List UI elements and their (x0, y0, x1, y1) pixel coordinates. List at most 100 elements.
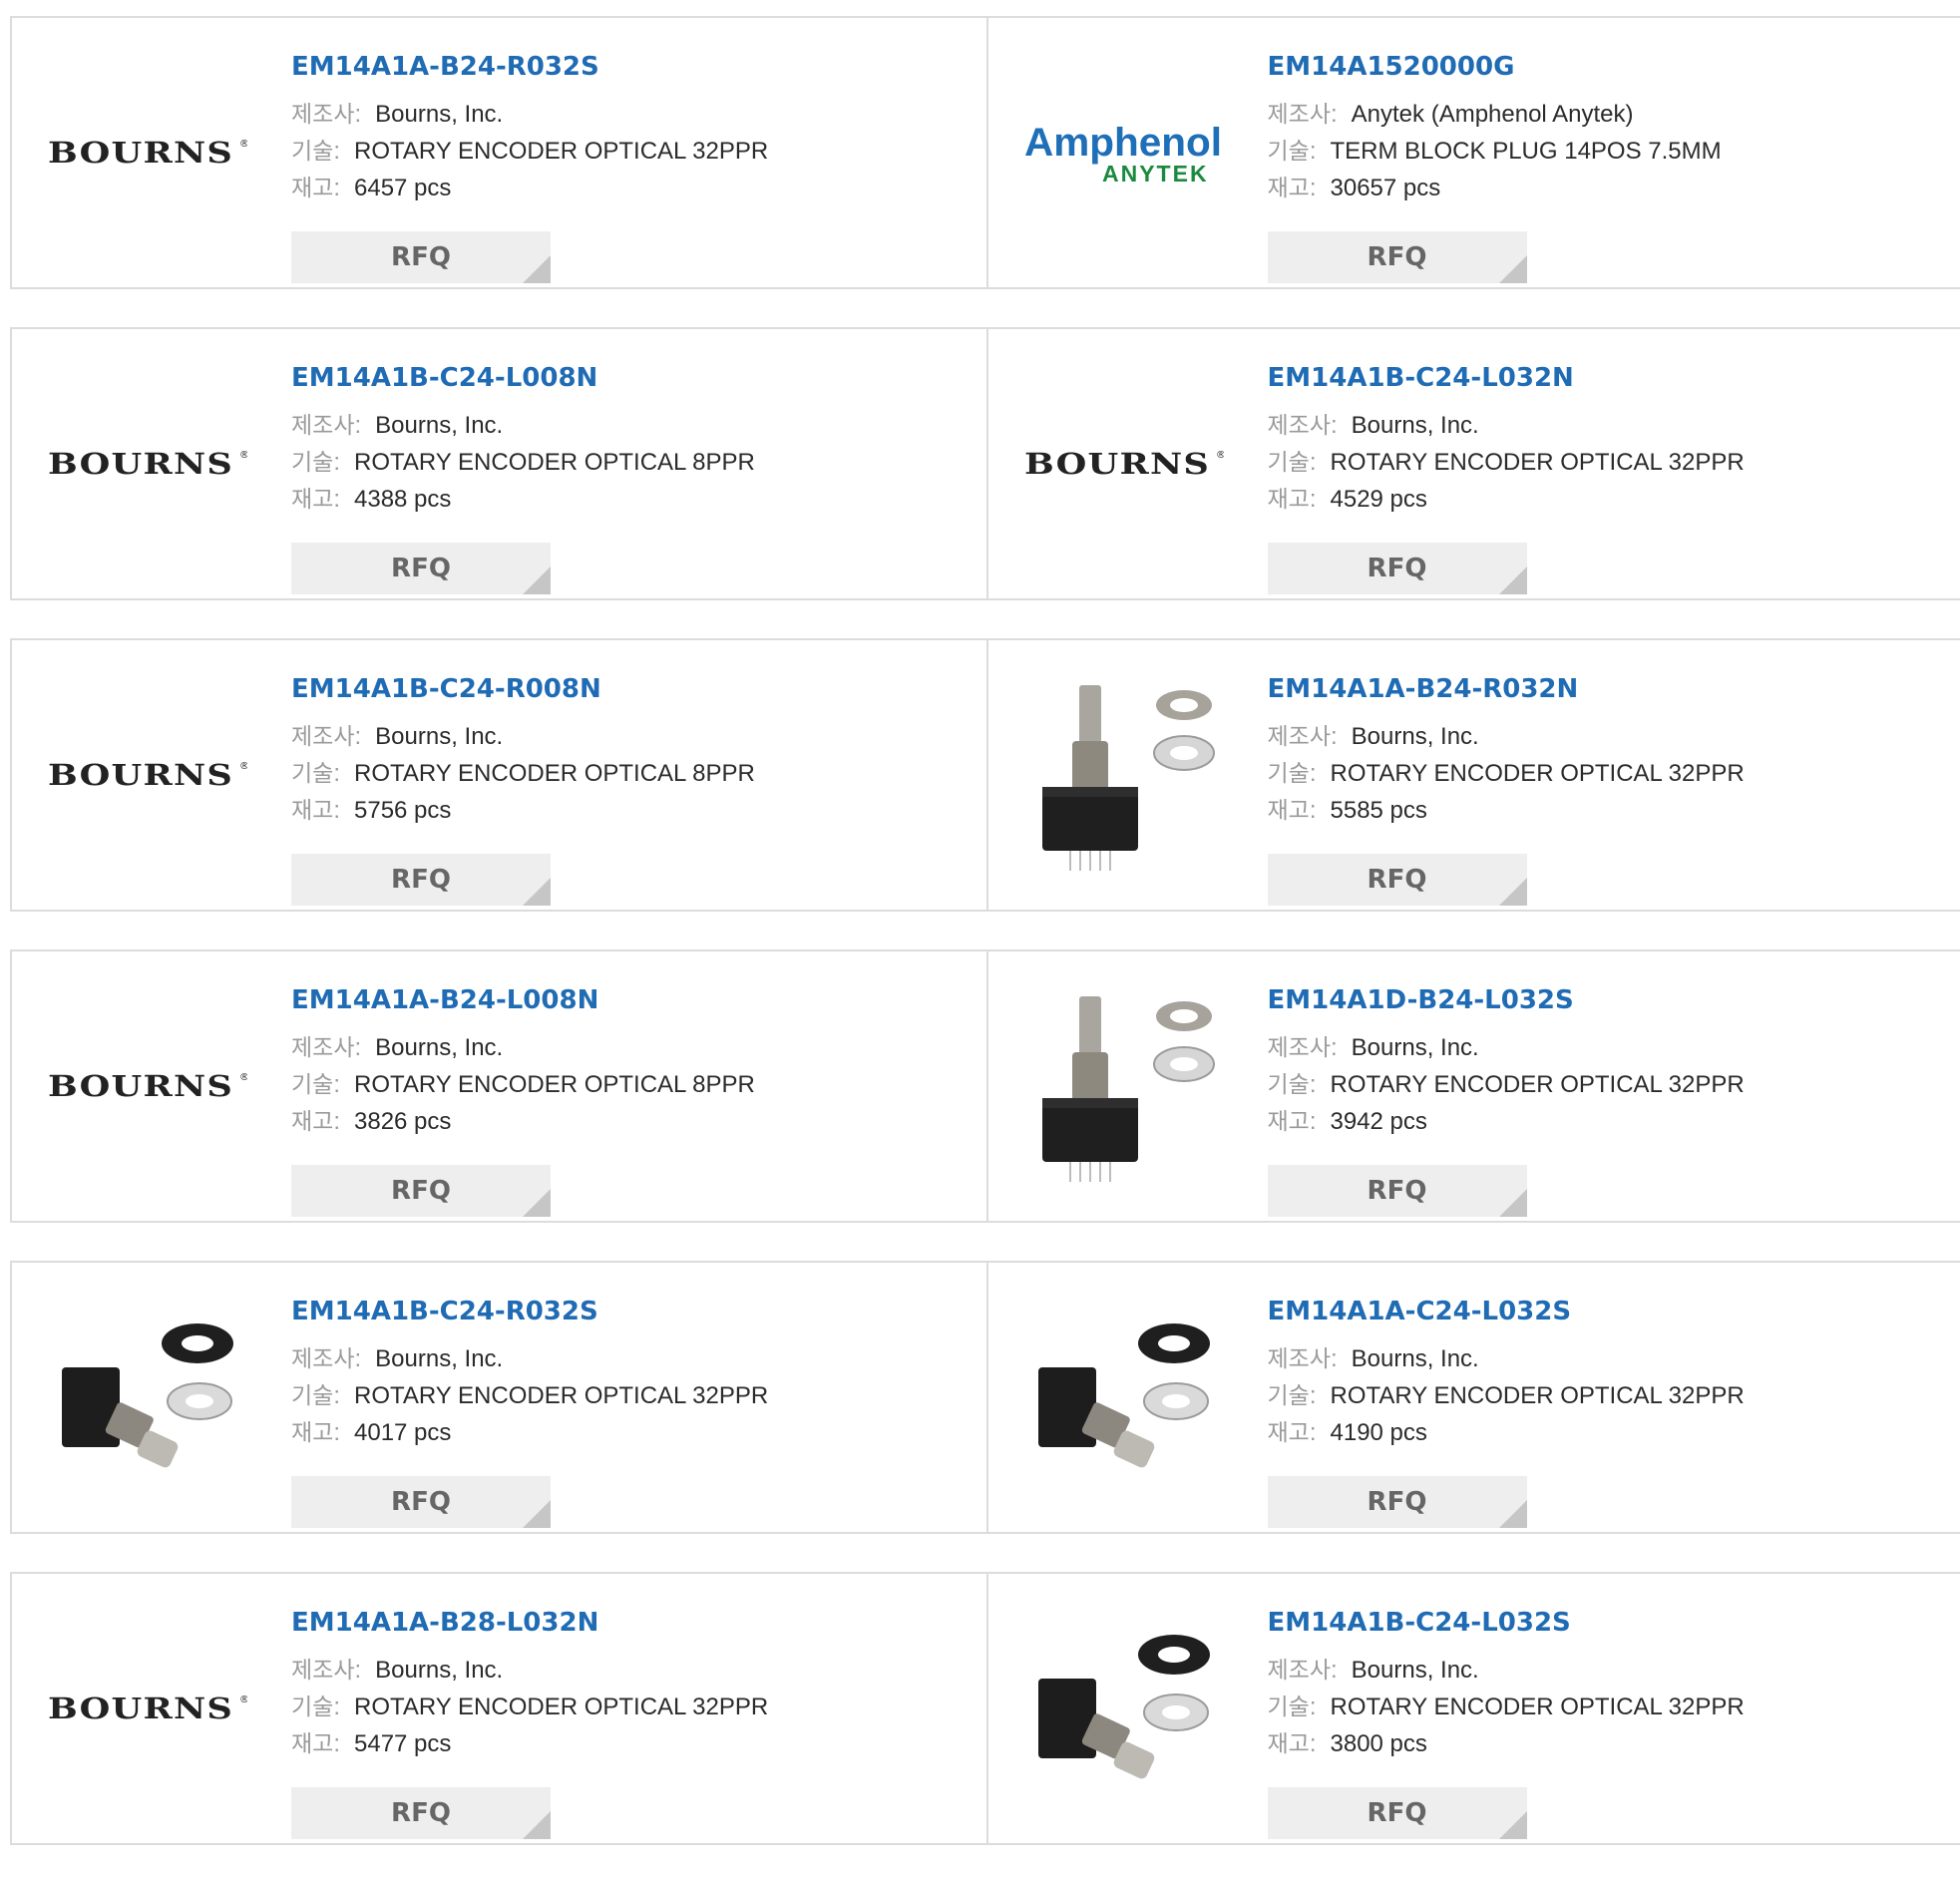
part-number-link[interactable]: EM14A1A-B24-R032S (291, 50, 768, 86)
description-row: 기술:ROTARY ENCODER OPTICAL 32PPR (291, 1689, 768, 1725)
stock-row: 재고:4017 pcs (291, 1414, 768, 1451)
stock-row-value: 3826 pcs (354, 1108, 451, 1135)
stock-row-label: 재고 (291, 487, 333, 513)
stock-row-label: 재고 (1268, 1420, 1310, 1446)
product-thumbnail[interactable]: BOURNS ® (1024, 369, 1224, 559)
part-number-link[interactable]: EM14A1B-C24-R032S (291, 1295, 768, 1330)
description-row-value: ROTARY ENCODER OPTICAL 8PPR (354, 1071, 755, 1098)
description-row-label: 기술 (1268, 1072, 1310, 1098)
manufacturer-row-label: 제조사 (291, 724, 354, 750)
part-number-link[interactable]: EM14A1520000G (1268, 50, 1722, 86)
svg-text:Amphenol: Amphenol (1024, 121, 1222, 165)
manufacturer-row-value: Bourns, Inc. (1352, 412, 1479, 439)
rfq-button[interactable]: RFQ (291, 854, 551, 906)
stock-row-value: 30657 pcs (1331, 175, 1441, 201)
rfq-button[interactable]: RFQ (1268, 543, 1527, 594)
part-number-link[interactable]: EM14A1B-C24-R008N (291, 672, 755, 708)
product-thumbnail[interactable]: BOURNS ® (48, 1614, 247, 1803)
svg-text:BOURNS: BOURNS (48, 758, 233, 792)
part-number-link[interactable]: EM14A1D-B24-L032S (1268, 983, 1745, 1019)
product-thumbnail[interactable]: BOURNS ® (48, 58, 247, 247)
rfq-button[interactable]: RFQ (1268, 1165, 1527, 1217)
product-thumbnail[interactable]: BOURNS ® (48, 680, 247, 870)
stock-row-value: 5756 pcs (354, 797, 451, 824)
encoder-product-image (48, 1298, 247, 1497)
description-row-value: ROTARY ENCODER OPTICAL 32PPR (354, 138, 768, 165)
product-thumbnail[interactable] (48, 1303, 247, 1492)
product-thumbnail[interactable]: BOURNS ® (48, 369, 247, 559)
stock-row-value: 4190 pcs (1331, 1419, 1427, 1446)
part-number-link[interactable]: EM14A1A-B28-L032N (291, 1606, 768, 1642)
rfq-button[interactable]: RFQ (1268, 854, 1527, 906)
product-thumbnail[interactable] (1024, 1303, 1224, 1492)
stock-row-value: 5477 pcs (354, 1730, 451, 1757)
description-row: 기술:ROTARY ENCODER OPTICAL 32PPR (1268, 1066, 1745, 1103)
stock-row: 재고:3826 pcs (291, 1103, 755, 1140)
product-info: EM14A1B-C24-L032S제조사:Bourns, Inc.기술:ROTA… (1268, 1606, 1745, 1762)
description-row-label: 기술 (291, 1383, 333, 1409)
svg-text:®: ® (239, 1072, 247, 1083)
manufacturer-row-label: 제조사 (1268, 1035, 1331, 1061)
manufacturer-row-value: Bourns, Inc. (375, 412, 503, 439)
product-card: EM14A1A-C24-L032S제조사:Bourns, Inc.기술:ROTA… (986, 1263, 1960, 1532)
stock-row-label: 재고 (1268, 1109, 1310, 1135)
product-card: BOURNS ® EM14A1B-C24-R008N제조사:Bourns, In… (12, 640, 986, 910)
part-number-link[interactable]: EM14A1A-B24-L008N (291, 983, 755, 1019)
description-row: 기술:ROTARY ENCODER OPTICAL 8PPR (291, 755, 755, 792)
stock-row-value: 4388 pcs (354, 486, 451, 513)
rfq-button[interactable]: RFQ (1268, 1476, 1527, 1528)
description-row-value: ROTARY ENCODER OPTICAL 32PPR (354, 1694, 768, 1720)
product-row: BOURNS ® EM14A1A-B28-L032N제조사:Bourns, In… (10, 1572, 1960, 1845)
description-row-label: 기술 (291, 1072, 333, 1098)
product-info: EM14A1B-C24-L032N제조사:Bourns, Inc.기술:ROTA… (1268, 361, 1745, 518)
description-row: 기술:TERM BLOCK PLUG 14POS 7.5MM (1268, 133, 1722, 170)
product-info: EM14A1B-C24-R008N제조사:Bourns, Inc.기술:ROTA… (291, 672, 755, 829)
product-thumbnail[interactable] (1024, 1614, 1224, 1803)
manufacturer-row: 제조사:Anytek (Amphenol Anytek) (1268, 96, 1722, 133)
rfq-button[interactable]: RFQ (291, 543, 551, 594)
product-info: EM14A1B-C24-L008N제조사:Bourns, Inc.기술:ROTA… (291, 361, 755, 518)
product-card: BOURNS ® EM14A1A-B28-L032N제조사:Bourns, In… (12, 1574, 986, 1843)
part-number-link[interactable]: EM14A1A-B24-R032N (1268, 672, 1745, 708)
product-thumbnail[interactable]: BOURNS ® (48, 991, 247, 1181)
stock-row: 재고:5756 pcs (291, 792, 755, 829)
description-row-label: 기술 (291, 761, 333, 787)
rfq-button[interactable]: RFQ (1268, 231, 1527, 283)
product-info: EM14A1D-B24-L032S제조사:Bourns, Inc.기술:ROTA… (1268, 983, 1745, 1140)
rfq-button[interactable]: RFQ (291, 1787, 551, 1839)
manufacturer-row-label: 제조사 (291, 1035, 354, 1061)
rfq-button[interactable]: RFQ (1268, 1787, 1527, 1839)
rfq-button[interactable]: RFQ (291, 1165, 551, 1217)
description-row-label: 기술 (291, 450, 333, 476)
product-row: EM14A1B-C24-R032S제조사:Bourns, Inc.기술:ROTA… (10, 1261, 1960, 1534)
product-info: EM14A1A-B24-L008N제조사:Bourns, Inc.기술:ROTA… (291, 983, 755, 1140)
stock-row-value: 6457 pcs (354, 175, 451, 201)
part-number-link[interactable]: EM14A1B-C24-L008N (291, 361, 755, 397)
rfq-button[interactable]: RFQ (291, 1476, 551, 1528)
product-thumbnail[interactable] (1024, 991, 1224, 1181)
amphenol-anytek-logo: Amphenol ANYTEK (1024, 118, 1224, 188)
product-card: BOURNS ® EM14A1B-C24-L008N제조사:Bourns, In… (12, 329, 986, 598)
svg-text:BOURNS: BOURNS (1024, 447, 1210, 481)
product-row: BOURNS ® EM14A1B-C24-R008N제조사:Bourns, In… (10, 638, 1960, 912)
description-row-label: 기술 (1268, 139, 1310, 165)
product-card: BOURNS ® EM14A1B-C24-L032N 제조사:Bourns, In… (986, 329, 1960, 598)
rfq-button[interactable]: RFQ (291, 231, 551, 283)
manufacturer-row-value: Bourns, Inc. (1352, 1345, 1479, 1372)
manufacturer-row-label: 제조사 (1268, 724, 1331, 750)
product-thumbnail[interactable]: Amphenol ANYTEK (1024, 58, 1224, 247)
stock-row-label: 재고 (1268, 487, 1310, 513)
part-number-link[interactable]: EM14A1A-C24-L032S (1268, 1295, 1745, 1330)
manufacturer-row-label: 제조사 (1268, 102, 1331, 128)
description-row-value: ROTARY ENCODER OPTICAL 32PPR (1331, 1694, 1745, 1720)
stock-row-value: 5585 pcs (1331, 797, 1427, 824)
part-number-link[interactable]: EM14A1B-C24-L032N (1268, 361, 1745, 397)
stock-row: 재고:3942 pcs (1268, 1103, 1745, 1140)
product-info: EM14A1A-B24-R032S제조사:Bourns, Inc.기술:ROTA… (291, 50, 768, 206)
part-number-link[interactable]: EM14A1B-C24-L032S (1268, 1606, 1745, 1642)
manufacturer-row-value: Bourns, Inc. (1352, 1657, 1479, 1684)
manufacturer-row: 제조사:Bourns, Inc. (1268, 407, 1745, 444)
product-thumbnail[interactable] (1024, 680, 1224, 870)
manufacturer-row-value: Bourns, Inc. (1352, 723, 1479, 750)
manufacturer-row-label: 제조사 (291, 1346, 354, 1372)
